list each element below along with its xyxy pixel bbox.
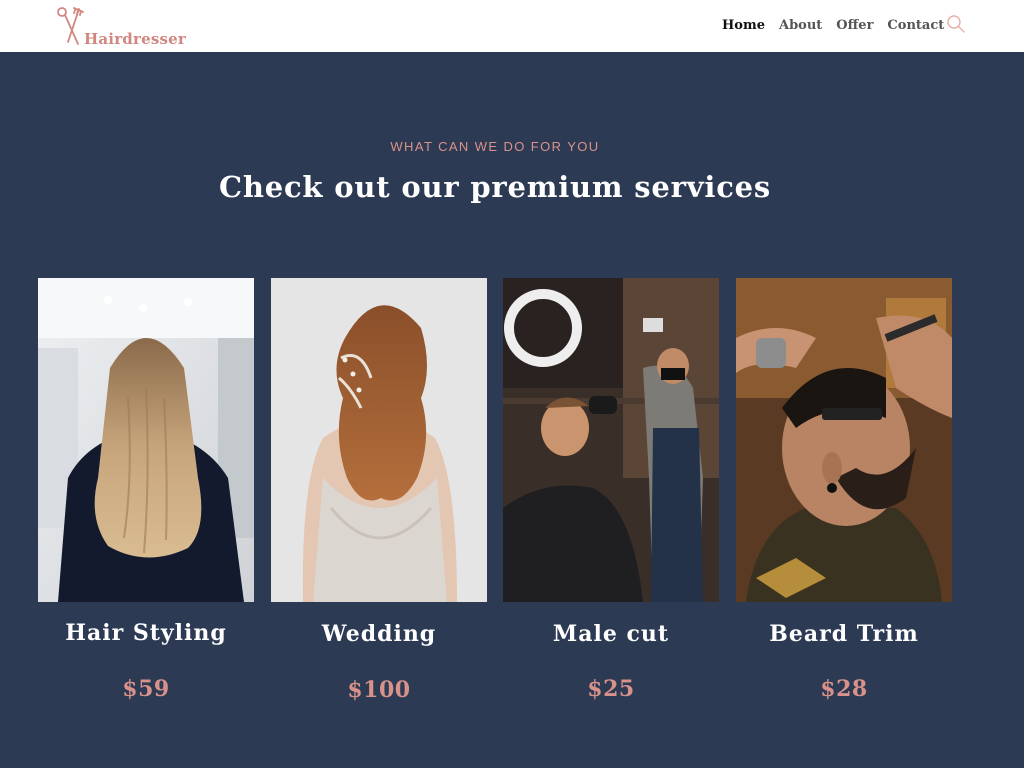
site-header: Hairdresser Home About Offer Contact: [0, 0, 1024, 52]
service-name: Wedding: [321, 621, 437, 647]
service-image-male-cut[interactable]: [503, 278, 719, 602]
service-image-hair-styling[interactable]: [38, 278, 254, 602]
section-title: Check out our premium services: [218, 170, 772, 204]
service-image-beard-trim[interactable]: [736, 278, 952, 602]
scissors-comb-icon: [57, 7, 84, 45]
service-name: Beard Trim: [769, 621, 919, 647]
service-price: $28: [820, 676, 868, 702]
site-logo[interactable]: Hairdresser: [52, 4, 202, 48]
nav-home[interactable]: Home: [722, 18, 765, 33]
service-name: Male cut: [552, 621, 670, 647]
nav-contact[interactable]: Contact: [887, 18, 944, 33]
search-icon[interactable]: [946, 14, 966, 34]
nav-about[interactable]: About: [779, 18, 822, 33]
section-eyebrow: WHAT CAN WE DO FOR YOU: [390, 139, 600, 154]
service-name: Hair Styling: [65, 620, 227, 646]
service-image-wedding[interactable]: [271, 278, 487, 602]
service-price: $100: [347, 677, 411, 703]
main-nav: Home About Offer Contact: [722, 14, 958, 36]
service-price: $25: [587, 676, 635, 702]
nav-offer[interactable]: Offer: [836, 18, 873, 33]
logo-text: Hairdresser: [84, 30, 186, 48]
service-price: $59: [122, 676, 170, 702]
